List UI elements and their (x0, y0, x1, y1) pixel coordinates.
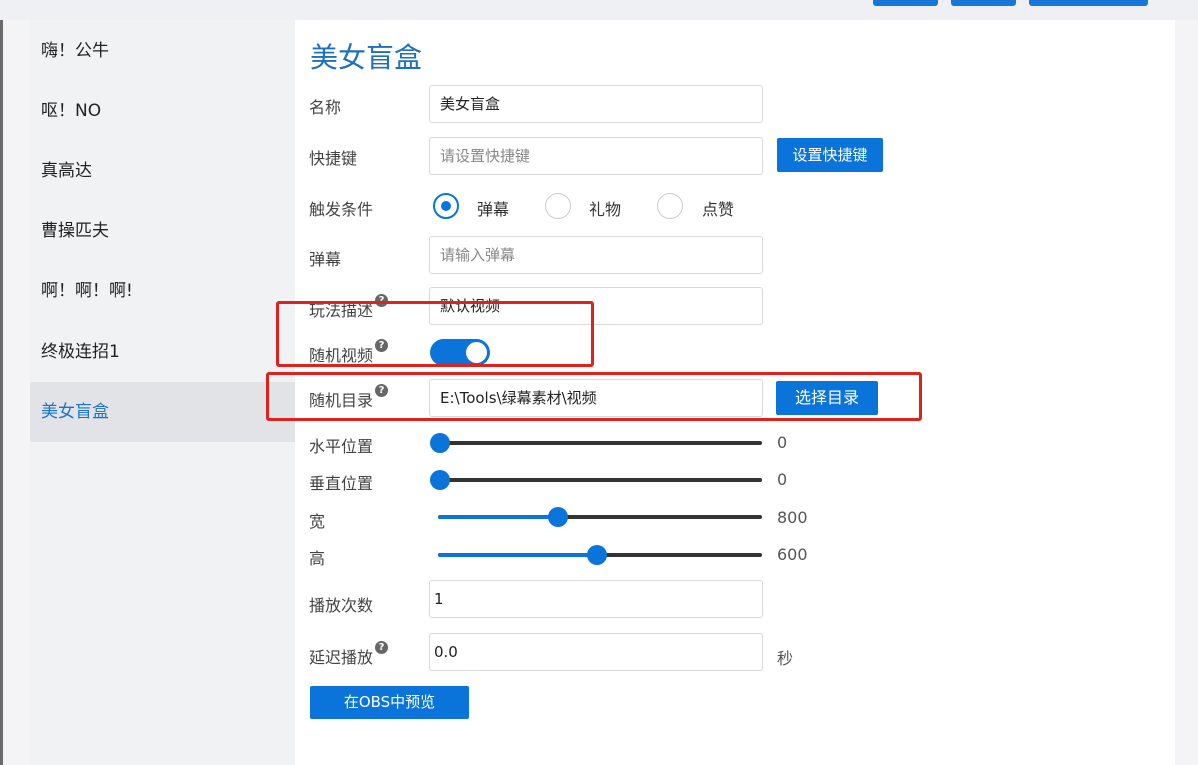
delay-label: 延迟播放? (309, 641, 389, 668)
slider-value: 0 (777, 433, 788, 452)
slider-thumb[interactable] (430, 433, 450, 453)
vertical-position-slider[interactable] (430, 470, 762, 490)
delay-label-text: 延迟播放 (309, 648, 374, 667)
set-hotkey-button[interactable]: 设置快捷键 (777, 138, 883, 172)
sidebar-item[interactable]: 嗨！公牛 (30, 21, 295, 81)
sidebar-item[interactable]: 曹操匹夫 (30, 201, 295, 261)
width-slider[interactable] (438, 507, 762, 527)
slider-value: 800 (777, 508, 808, 527)
hotkey-label: 快捷键 (309, 149, 358, 168)
slider-value: 600 (777, 545, 808, 564)
toolbar-button-1[interactable] (873, 0, 938, 6)
slider-thumb[interactable] (586, 545, 607, 565)
sidebar: 嗨！公牛 呕！NO 真高达 曹操匹夫 啊！啊！啊! 终极连招1 美女盲盒 (30, 20, 295, 765)
question-circle-icon[interactable]: ? (375, 641, 389, 654)
trigger-label: 触发条件 (309, 200, 374, 219)
sidebar-item[interactable]: 真高达 (30, 141, 295, 201)
slider-thumb[interactable] (547, 507, 568, 527)
danmu-label: 弹幕 (309, 250, 342, 269)
toolbar-button-2[interactable] (951, 0, 1016, 6)
highlight-box (266, 372, 922, 421)
window-left-edge (0, 0, 3, 765)
sidebar-item-active[interactable]: 美女盲盒 (30, 382, 295, 442)
slider-label: 宽 (309, 512, 326, 531)
hotkey-input[interactable]: 请设置快捷键 (429, 137, 763, 175)
slider-fill (438, 515, 558, 519)
sidebar-item[interactable]: 终极连招1 (30, 322, 295, 382)
trigger-option-label: 点赞 (702, 200, 735, 219)
trigger-option-label: 弹幕 (477, 200, 510, 219)
delay-input[interactable]: 0.0 (429, 633, 763, 671)
height-slider[interactable] (438, 545, 762, 565)
sidebar-item[interactable]: 啊！啊！啊! (30, 261, 295, 321)
slider-thumb[interactable] (430, 470, 450, 490)
sidebar-item[interactable]: 呕！NO (30, 81, 295, 141)
trigger-radio-danmu[interactable] (433, 193, 459, 219)
name-label: 名称 (309, 98, 342, 117)
slider-label: 水平位置 (309, 437, 374, 456)
trigger-option-label: 礼物 (589, 200, 622, 219)
toolbar-button-3[interactable] (1029, 0, 1148, 6)
slider-label: 垂直位置 (309, 474, 374, 493)
play-count-input[interactable]: 1 (429, 580, 763, 618)
horizontal-position-slider[interactable] (430, 433, 762, 453)
highlight-box (276, 301, 594, 367)
name-input[interactable]: 美女盲盒 (429, 85, 763, 123)
delay-unit: 秒 (777, 649, 794, 668)
top-toolbar (0, 0, 1198, 20)
page-title: 美女盲盒 (310, 41, 423, 74)
slider-fill (438, 553, 597, 557)
trigger-radio-like[interactable] (657, 193, 683, 219)
slider-value: 0 (777, 470, 788, 489)
preview-in-obs-button[interactable]: 在OBS中预览 (310, 686, 469, 719)
play-count-label: 播放次数 (309, 596, 374, 615)
danmu-input[interactable]: 请输入弹幕 (429, 236, 763, 274)
slider-label: 高 (309, 549, 326, 568)
trigger-radio-gift[interactable] (545, 193, 571, 219)
